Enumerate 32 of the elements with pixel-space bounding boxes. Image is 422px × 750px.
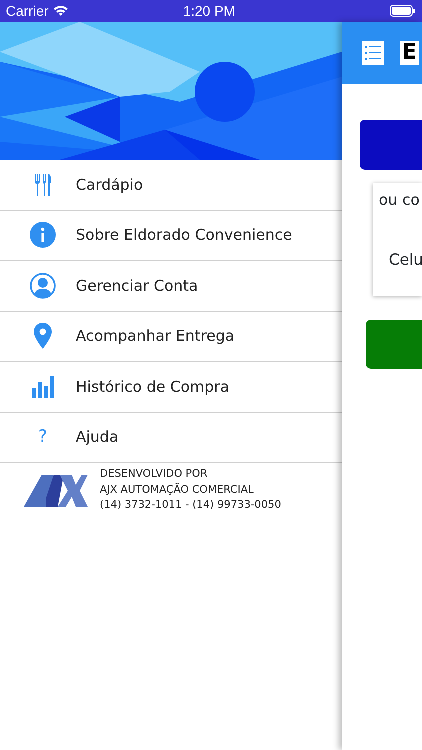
primary-button[interactable] (360, 120, 422, 170)
menu-label: Ajuda (76, 427, 119, 448)
menu-item[interactable]: Histórico de Compra (0, 362, 342, 412)
user-icon (30, 272, 56, 299)
bar-chart-icon (32, 376, 54, 398)
logo-icon (24, 473, 88, 509)
confirm-button[interactable] (366, 320, 422, 369)
menu-label: Cardápio (76, 174, 144, 196)
info-icon (30, 222, 56, 248)
card-text: Celu (389, 250, 422, 270)
menu-item[interactable]: Sobre Eldorado Convenience (0, 210, 342, 261)
menu-label: Gerenciar Conta (76, 276, 198, 296)
menu-icon[interactable] (362, 41, 384, 65)
menu-label: Sobre Eldorado Convenience (76, 225, 292, 246)
cutlery-icon (34, 172, 52, 197)
menu-label: Acompanhar Entrega (76, 326, 235, 347)
clock-label: 1:20 PM (183, 2, 236, 20)
help-icon: ? (38, 424, 48, 450)
menu-label: Histórico de Compra (76, 376, 230, 398)
card-text: ou co (379, 190, 421, 211)
credit-text: (14) 3732-1011 - (14) 99733-0050 (100, 498, 282, 513)
screen-title: E (400, 41, 420, 65)
menu-item[interactable]: ? Ajuda (0, 412, 342, 463)
battery-icon (390, 5, 416, 17)
menu-item[interactable]: Cardápio (0, 160, 342, 210)
credit-text: AJX AUTOMAÇÃO COMERCIAL (100, 482, 255, 498)
location-pin-icon (34, 323, 52, 350)
menu-item[interactable]: Gerenciar Conta (0, 261, 342, 312)
carrier-label: Carrier (6, 2, 49, 20)
credit-text: DESENVOLVIDO POR (100, 467, 209, 482)
menu-item[interactable]: Acompanhar Entrega (0, 312, 342, 362)
wifi-icon (52, 5, 69, 17)
